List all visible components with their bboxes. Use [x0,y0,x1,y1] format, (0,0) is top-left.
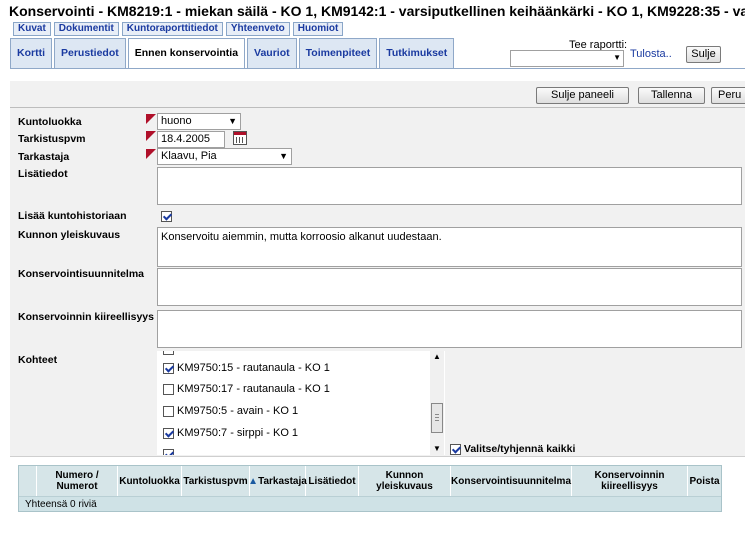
item-checkbox[interactable] [163,405,174,417]
list-item[interactable] [163,351,177,355]
close-button[interactable]: Sulje [686,46,721,63]
list-item[interactable] [163,448,177,455]
select-all-label: Valitse/tyhjennä kaikki [463,443,576,455]
required-marker [146,114,156,124]
kiireellisyys-textarea[interactable] [157,310,742,348]
tarkastaja-label: Tarkastaja [18,151,70,163]
col-poista[interactable]: Poista [688,466,721,496]
item-label: KM9750:5 - avain - KO 1 [177,405,299,417]
chevron-down-icon: ▼ [228,116,237,126]
tab-perustiedot[interactable]: Perustiedot [54,38,126,68]
col-kiireellisyys[interactable]: Konservoinnin kiireellisyys [572,466,688,496]
lisatiedot-label: Lisätiedot [18,168,68,180]
item-checkbox[interactable] [163,362,174,374]
lisaa-kuntohistoriaan-label: Lisää kuntohistoriaan [18,210,127,222]
kunnon-yleiskuvaus-label: Kunnon yleiskuvaus [18,229,121,241]
col-konservointisuunnitelma[interactable]: Konservointisuunnitelma [451,466,572,496]
item-label: KM9750:15 - rautanaula - KO 1 [177,362,330,374]
list-item[interactable]: KM9750:15 - rautanaula - KO 1 [163,362,330,374]
konservointisuunnitelma-textarea[interactable] [157,268,742,306]
konservointisuunnitelma-label: Konservointisuunnitelma [18,268,145,280]
scroll-up-icon[interactable]: ▲ [430,351,444,363]
tab-vauriot[interactable]: Vauriot [247,38,297,68]
tarkistuspvm-label: Tarkistuspvm [18,133,86,145]
sort-asc-icon: ▲ [248,475,259,487]
list-item[interactable]: KM9750:5 - avain - KO 1 [163,405,298,417]
tab-tutkimukset[interactable]: Tutkimukset [379,38,455,68]
item-checkbox[interactable] [163,427,174,439]
item-checkbox[interactable] [163,383,174,395]
scroll-down-icon[interactable]: ▼ [430,443,444,455]
calendar-icon[interactable] [233,131,247,145]
col-numero[interactable]: Numero / Numerot [37,466,118,496]
link-huomiot[interactable]: Huomiot [292,22,344,36]
lisatiedot-textarea[interactable] [157,167,742,205]
kunnon-yleiskuvaus-textarea[interactable]: Konservoitu aiemmin, mutta korroosio alk… [157,227,742,267]
chevron-down-icon: ▼ [279,151,288,161]
tab-kortti[interactable]: Kortti [10,38,52,68]
col-lisatiedot[interactable]: Lisätiedot [306,466,359,496]
kuntoluokka-select[interactable]: huono ▼ [157,113,241,130]
tab-toimenpiteet[interactable]: Toimenpiteet [298,38,378,68]
col-kuntoluokka[interactable]: Kuntoluokka [118,466,182,496]
panel-toolbar [10,81,745,108]
col-tarkastaja-label: Tarkastaja [258,475,307,487]
tab-underline [10,68,745,69]
item-label: KM9750:17 - rautanaula - KO 1 [177,383,330,395]
divider [10,456,745,457]
kiireellisyys-label: Konservoinnin kiireellisyys [18,311,154,323]
tab-ennen-konservointia[interactable]: Ennen konservointia [127,38,246,69]
item-checkbox[interactable] [163,448,174,455]
save-button[interactable]: Tallenna [638,87,705,104]
grid-footer: Yhteensä 0 riviä [25,499,97,510]
item-label: KM9750:7 - sirppi - KO 1 [177,427,299,439]
print-link[interactable]: Tulosta.. [630,48,672,60]
select-all-checkbox[interactable] [450,443,461,455]
tarkastaja-value: Klaavu, Pia [161,150,217,162]
tab-bar: Kortti Perustiedot Ennen konservointia V… [10,38,456,69]
report-select[interactable]: ▼ [510,50,624,67]
col-kunnon-yleiskuvaus[interactable]: Kunnon yleiskuvaus [359,466,451,496]
tarkistuspvm-input[interactable]: 18.4.2005 [157,131,225,148]
lisaa-kuntohistoriaan-checkbox[interactable] [161,211,172,222]
link-kuntoraporttitiedot[interactable]: Kuntoraporttitiedot [121,22,223,36]
link-kuvat[interactable]: Kuvat [13,22,51,36]
select-all-row[interactable]: Valitse/tyhjennä kaikki [450,443,575,455]
close-panel-button[interactable]: Sulje paneeli [536,87,629,104]
grid-header-spacer [19,466,37,496]
kuntoluokka-value: huono [161,115,192,127]
top-links: Kuvat Dokumentit Kuntoraporttitiedot Yht… [13,22,346,36]
link-dokumentit[interactable]: Dokumentit [53,22,119,36]
tarkastaja-select[interactable]: Klaavu, Pia ▼ [157,148,292,165]
chevron-down-icon: ▼ [613,53,621,62]
kohteet-scrollbar[interactable]: ▲ ▼ [430,351,444,455]
required-marker [146,131,156,141]
window-title: Konservointi - KM8219:1 - miekan säilä -… [9,3,745,19]
results-grid: Numero / Numerot Kuntoluokka Tarkistuspv… [18,465,722,512]
col-tarkistuspvm[interactable]: Tarkistuspvm [182,466,250,496]
kohteet-label: Kohteet [18,354,58,366]
grid-header: Numero / Numerot Kuntoluokka Tarkistuspv… [19,466,721,497]
cancel-button[interactable]: Peru [711,87,745,104]
item-checkbox[interactable] [163,351,174,355]
list-item[interactable]: KM9750:7 - sirppi - KO 1 [163,427,298,439]
kohteet-list[interactable]: KM9750:15 - rautanaula - KO 1 KM9750:17 … [157,351,445,455]
required-marker [146,149,156,159]
link-yhteenveto[interactable]: Yhteenveto [225,22,290,36]
kuntoluokka-label: Kuntoluokka [18,116,82,128]
scroll-thumb[interactable] [431,403,443,433]
col-tarkastaja[interactable]: ▲ Tarkastaja [248,466,307,496]
list-item[interactable]: KM9750:17 - rautanaula - KO 1 [163,383,330,395]
